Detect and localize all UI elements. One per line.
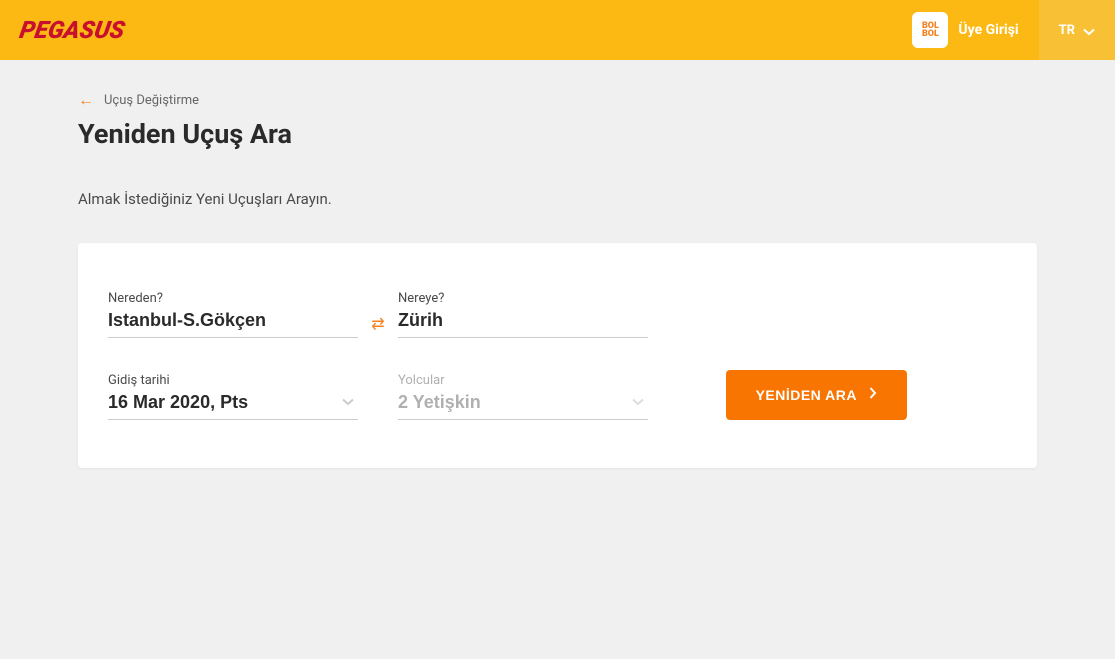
to-field[interactable]: Nereye?: [398, 291, 648, 338]
content: ← Uçuş Değiştirme Yeniden Uçuş Ara Almak…: [0, 60, 1115, 498]
date-field[interactable]: Gidiş tarihi: [108, 373, 358, 420]
language-code: TR: [1059, 23, 1075, 38]
date-input[interactable]: [108, 392, 358, 420]
pegasus-logo[interactable]: PEGASUS: [18, 16, 127, 44]
language-selector[interactable]: TR: [1039, 0, 1115, 60]
login-link[interactable]: Üye Girişi: [958, 22, 1018, 38]
bolbol-badge[interactable]: BOLBOL: [912, 12, 948, 48]
header: PEGASUS BOLBOL Üye Girişi TR: [0, 0, 1115, 60]
from-label: Nereden?: [108, 291, 358, 306]
arrow-left-icon: ←: [78, 90, 94, 110]
page-title: Yeniden Uçuş Ara: [78, 118, 1037, 150]
to-label: Nereye?: [398, 291, 648, 306]
swap-icon: ⇄: [371, 318, 384, 329]
passengers-input: [398, 392, 648, 420]
chevron-down-icon: [342, 394, 354, 410]
breadcrumb-label: Uçuş Değiştirme: [104, 93, 199, 108]
breadcrumb-back[interactable]: ← Uçuş Değiştirme: [78, 90, 1037, 110]
chevron-right-icon: [869, 386, 877, 404]
to-input[interactable]: [398, 310, 648, 338]
search-row-details: Gidiş tarihi Yolcular YENİDEN ARA: [108, 370, 1007, 420]
search-card: Nereden? ⇄ Nereye? Gidiş tarihi Yolcular: [78, 243, 1037, 468]
chevron-down-icon: [632, 394, 644, 410]
bolbol-text: BOLBOL: [922, 22, 939, 38]
chevron-down-icon: [1083, 21, 1095, 40]
from-input[interactable]: [108, 310, 358, 338]
swap-button[interactable]: ⇄: [358, 304, 398, 344]
search-row-route: Nereden? ⇄ Nereye?: [108, 291, 1007, 338]
date-label: Gidiş tarihi: [108, 373, 358, 388]
search-button-label: YENİDEN ARA: [756, 387, 857, 403]
passengers-field: Yolcular: [398, 373, 648, 420]
page-subtitle: Almak İstediğiniz Yeni Uçuşları Arayın.: [78, 190, 1037, 208]
header-right: BOLBOL Üye Girişi TR: [912, 0, 1115, 60]
passengers-label: Yolcular: [398, 373, 648, 388]
from-field[interactable]: Nereden?: [108, 291, 358, 338]
search-again-button[interactable]: YENİDEN ARA: [726, 370, 907, 420]
